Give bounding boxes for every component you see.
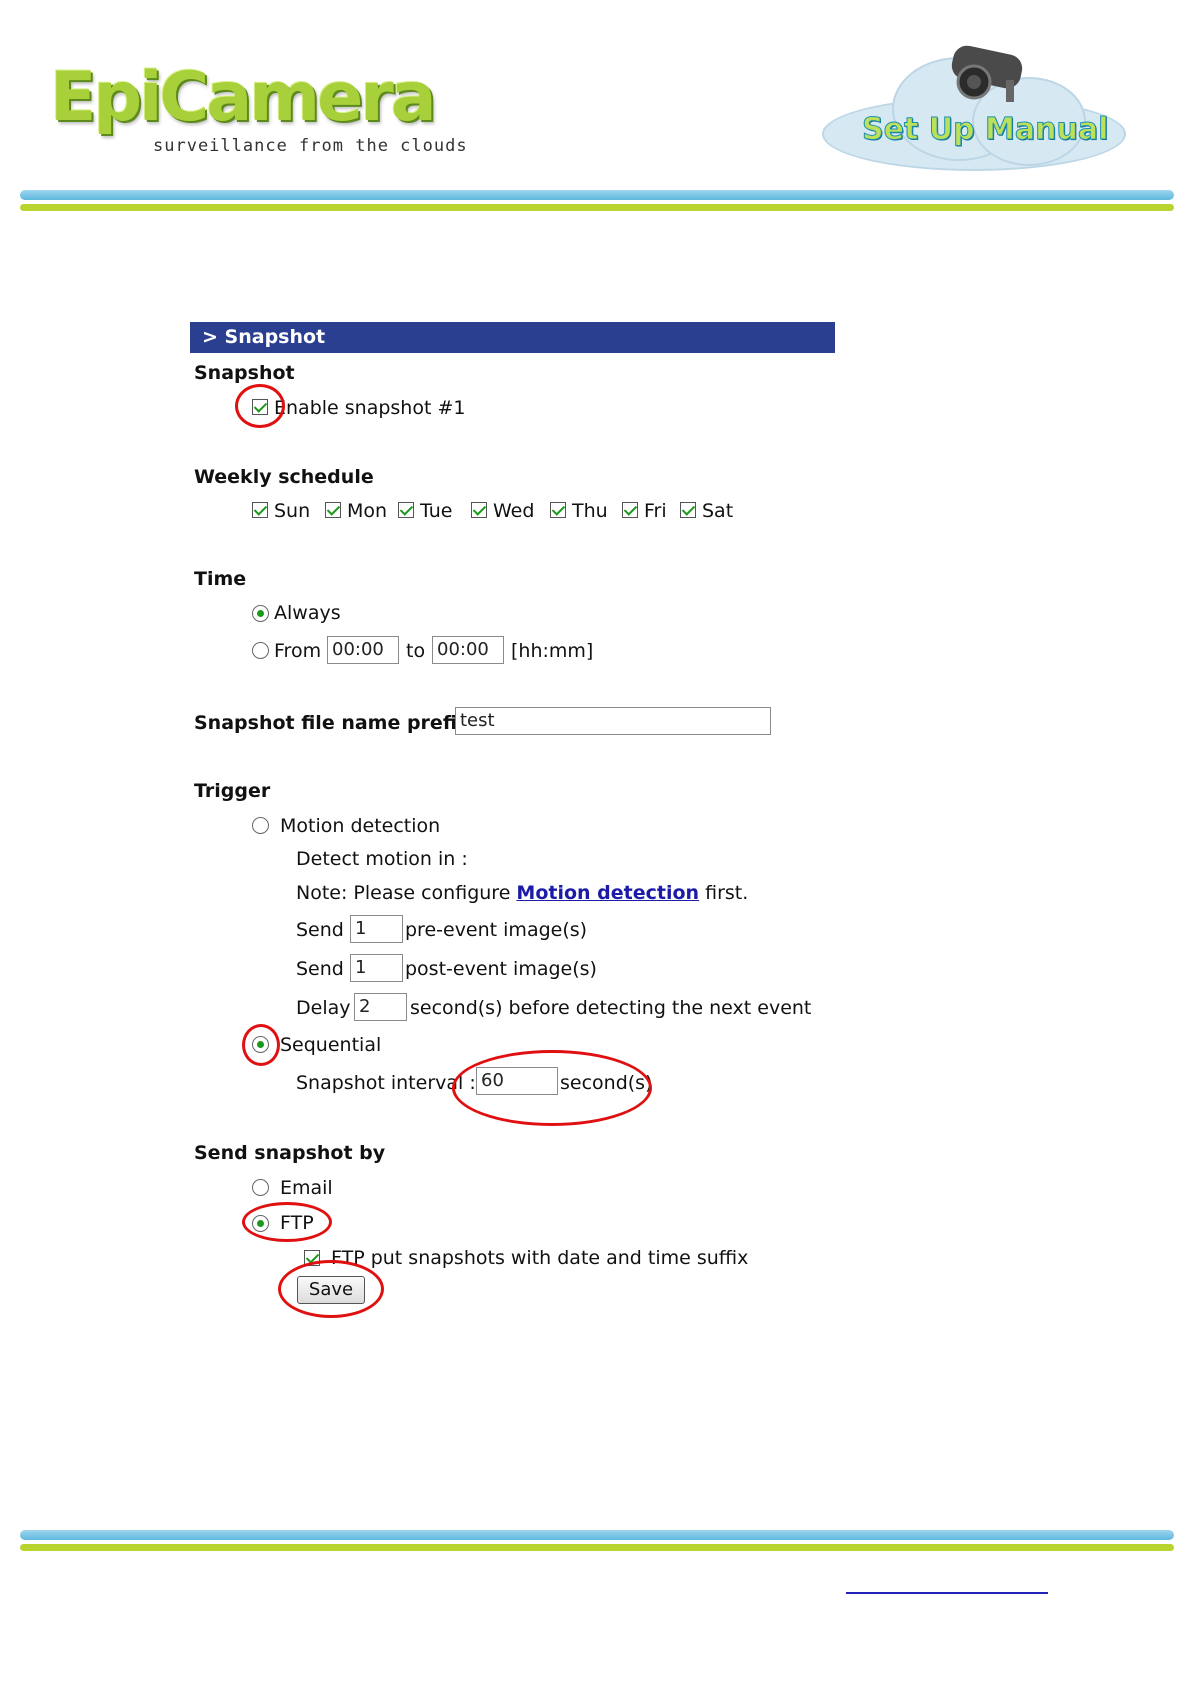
footer-divider-green: [20, 1544, 1174, 1551]
motion-note: Note: Please configure Motion detection …: [296, 882, 748, 904]
post-event-input[interactable]: 1: [350, 954, 403, 982]
send-email-label: Email: [280, 1177, 333, 1199]
post-event-label: post-event image(s): [405, 958, 597, 980]
day-label-sat: Sat: [702, 500, 734, 522]
day-label-thu: Thu: [572, 500, 608, 522]
panel-title: > Snapshot: [190, 322, 835, 353]
setup-manual-badge: Set Up Manual: [822, 42, 1132, 172]
footer-link-underline[interactable]: [846, 1592, 1048, 1594]
post-event-send-label: Send: [296, 958, 344, 980]
snapshot-interval-suffix: second(s): [560, 1072, 653, 1094]
prefix-label: Snapshot file name prefix: [194, 712, 470, 734]
trigger-motion-label: Motion detection: [280, 815, 441, 837]
day-checkbox-sun[interactable]: [252, 502, 268, 518]
header-divider-green: [20, 204, 1174, 211]
day-label-sun: Sun: [274, 500, 311, 522]
note-suffix: first.: [699, 882, 749, 904]
note-prefix: Note: Please configure: [296, 882, 517, 904]
detect-motion-label: Detect motion in :: [296, 848, 468, 870]
time-from-label: From: [274, 640, 322, 662]
logo-text: EpiCamera: [50, 58, 437, 137]
motion-detection-link[interactable]: Motion detection: [516, 882, 699, 904]
badge-text: Set Up Manual: [861, 112, 1109, 148]
prefix-input[interactable]: test: [455, 707, 771, 735]
day-label-tue: Tue: [420, 500, 453, 522]
delay-label: Delay: [296, 997, 351, 1019]
day-checkbox-tue[interactable]: [398, 502, 414, 518]
send-email-radio[interactable]: [252, 1179, 269, 1196]
enable-snapshot-label: Enable snapshot #1: [274, 397, 466, 419]
time-to-label: to: [406, 640, 426, 662]
pre-event-send-label: Send: [296, 919, 344, 941]
pre-event-input[interactable]: 1: [350, 915, 403, 943]
time-always-label: Always: [274, 602, 341, 624]
delay-input[interactable]: 2: [354, 993, 407, 1021]
trigger-sequential-radio[interactable]: [252, 1036, 269, 1053]
footer-divider-blue: [20, 1530, 1174, 1540]
day-label-fri: Fri: [644, 500, 667, 522]
trigger-sequential-label: Sequential: [280, 1034, 382, 1056]
ftp-suffix-checkbox[interactable]: [304, 1250, 320, 1266]
time-from-radio[interactable]: [252, 642, 269, 659]
trigger-motion-radio[interactable]: [252, 817, 269, 834]
day-checkbox-thu[interactable]: [550, 502, 566, 518]
day-checkbox-sat[interactable]: [680, 502, 696, 518]
day-label-wed: Wed: [493, 500, 535, 522]
snapshot-heading: Snapshot: [194, 362, 295, 384]
day-checkbox-wed[interactable]: [471, 502, 487, 518]
snapshot-interval-input[interactable]: 60: [476, 1067, 558, 1095]
day-checkbox-fri[interactable]: [622, 502, 638, 518]
send-by-heading: Send snapshot by: [194, 1142, 386, 1164]
time-format-hint: [hh:mm]: [511, 640, 594, 662]
security-camera-icon: [951, 45, 1023, 102]
logo-tagline: surveillance from the clouds: [153, 136, 468, 156]
ftp-suffix-label: FTP put snapshots with date and time suf…: [331, 1247, 749, 1269]
enable-snapshot-checkbox[interactable]: [252, 399, 268, 415]
weekly-schedule-heading: Weekly schedule: [194, 466, 374, 488]
save-button[interactable]: Save: [297, 1276, 365, 1304]
epicamera-logo: EpiCamera surveillance from the clouds: [50, 58, 470, 168]
day-checkbox-mon[interactable]: [325, 502, 341, 518]
time-heading: Time: [194, 568, 247, 590]
trigger-heading: Trigger: [194, 780, 271, 802]
time-from-input[interactable]: 00:00: [327, 636, 399, 664]
snapshot-interval-label: Snapshot interval :: [296, 1072, 476, 1094]
send-ftp-label: FTP: [280, 1212, 314, 1234]
day-label-mon: Mon: [347, 500, 388, 522]
header-divider-blue: [20, 190, 1174, 200]
pre-event-label: pre-event image(s): [405, 919, 588, 941]
time-always-radio[interactable]: [252, 605, 269, 622]
time-to-input[interactable]: 00:00: [432, 636, 504, 664]
send-ftp-radio[interactable]: [252, 1215, 269, 1232]
delay-suffix: second(s) before detecting the next even…: [410, 997, 812, 1019]
